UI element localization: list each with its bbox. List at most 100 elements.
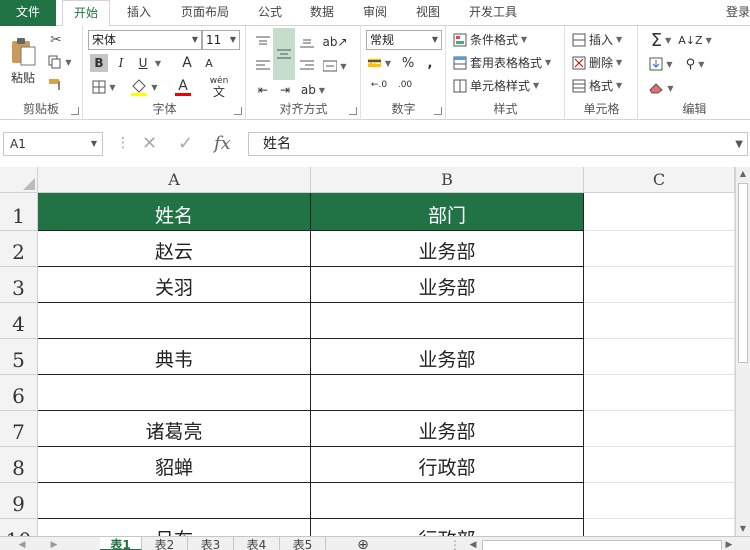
tab-view[interactable]: 视图 (408, 0, 448, 26)
number-format-select[interactable]: 常规 ▼ (366, 30, 442, 50)
bottom-align-button[interactable] (297, 32, 317, 52)
borders-button[interactable]: ▼ (90, 78, 118, 96)
row-header-3[interactable]: 3 (0, 267, 38, 303)
align-right-button[interactable] (297, 56, 317, 76)
font-name-select[interactable]: 宋体 ▼ (88, 30, 202, 50)
font-launcher-icon[interactable] (234, 107, 242, 115)
paste-button[interactable]: 粘贴 (6, 32, 40, 90)
conditional-formatting-button[interactable]: 条件格式 ▼ (453, 31, 527, 48)
row-header-6[interactable]: 6 (0, 375, 38, 411)
scroll-right-icon[interactable]: ▶ (722, 537, 736, 550)
row-header-1[interactable]: 1 (0, 193, 38, 231)
currency-button[interactable]: 💳 ▼ (366, 54, 392, 72)
row-header-9[interactable]: 9 (0, 483, 38, 519)
tab-insert[interactable]: 插入 (118, 0, 160, 26)
horizontal-scroll-thumb[interactable] (482, 540, 722, 550)
insert-cells-button[interactable]: 插入 ▼ (572, 31, 622, 48)
cell-b8[interactable]: 行政部 (311, 447, 584, 483)
decrease-indent-button[interactable]: ⇤ (253, 80, 273, 100)
format-painter-button[interactable] (46, 76, 66, 94)
prev-sheet-icon[interactable]: ◀ (14, 537, 30, 550)
login-link[interactable]: 登录 (726, 0, 750, 26)
cell-c6[interactable] (584, 375, 735, 411)
formula-input[interactable]: 姓名 ▼ (248, 132, 748, 156)
cell-a2[interactable]: 赵云 (38, 231, 311, 267)
tab-review[interactable]: 审阅 (355, 0, 395, 26)
tab-formulas[interactable]: 公式 (250, 0, 290, 26)
row-header-4[interactable]: 4 (0, 303, 38, 339)
scroll-down-icon[interactable]: ▼ (736, 522, 750, 536)
cell-c2[interactable] (584, 231, 735, 267)
select-all-button[interactable] (0, 167, 38, 193)
cell-b9[interactable] (311, 483, 584, 519)
cell-b2[interactable]: 业务部 (311, 231, 584, 267)
column-header-c[interactable]: C (584, 167, 735, 193)
delete-cells-button[interactable]: 删除 ▼ (572, 54, 622, 71)
cell-a8[interactable]: 貂蝉 (38, 447, 311, 483)
format-cells-button[interactable]: 格式 ▼ (572, 77, 622, 94)
top-align-button[interactable] (253, 32, 273, 52)
column-header-b[interactable]: B (311, 167, 584, 193)
bold-button[interactable]: B (90, 54, 108, 72)
cell-a7[interactable]: 诸葛亮 (38, 411, 311, 447)
cell-c3[interactable] (584, 267, 735, 303)
sheet-bar-more-icon[interactable]: ⋮ (448, 537, 462, 550)
sheet-tab-4[interactable]: 表4 (234, 537, 280, 550)
wrap-text-button[interactable]: ab ▼ (299, 80, 327, 100)
merge-center-button[interactable]: ▼ (321, 56, 349, 76)
cell-b10[interactable]: 行政部 (311, 519, 584, 536)
tab-home[interactable]: 开始 (62, 0, 110, 27)
sheet-tab-3[interactable]: 表3 (188, 537, 234, 550)
tab-page-layout[interactable]: 页面布局 (170, 0, 240, 26)
clipboard-launcher-icon[interactable] (71, 107, 79, 115)
fill-button[interactable]: ▼ (645, 54, 677, 74)
cell-b6[interactable] (311, 375, 584, 411)
cell-a1[interactable]: 姓名 (38, 193, 311, 231)
row-header-5[interactable]: 5 (0, 339, 38, 375)
cell-c8[interactable] (584, 447, 735, 483)
row-header-8[interactable]: 8 (0, 447, 38, 483)
more-icon[interactable]: ⋮ (116, 135, 130, 151)
cell-styles-button[interactable]: 单元格样式 ▼ (453, 77, 539, 94)
cell-c7[interactable] (584, 411, 735, 447)
cell-c9[interactable] (584, 483, 735, 519)
italic-button[interactable]: I (112, 54, 130, 72)
cell-a3[interactable]: 关羽 (38, 267, 311, 303)
vertical-scrollbar[interactable]: ▲ ▼ (735, 167, 750, 536)
sheet-tab-2[interactable]: 表2 (142, 537, 188, 550)
sort-filter-button[interactable]: A↓Z ▼ (678, 30, 711, 50)
cell-c10[interactable] (584, 519, 735, 536)
tab-file[interactable]: 文件 (0, 0, 56, 26)
cell-c1[interactable] (584, 193, 735, 231)
decrease-decimal-button[interactable]: .00 (392, 76, 418, 94)
cell-a6[interactable] (38, 375, 311, 411)
cell-b7[interactable]: 业务部 (311, 411, 584, 447)
add-sheet-icon[interactable]: ⊕ (350, 537, 376, 550)
name-box[interactable]: A1 ▼ (3, 132, 103, 156)
column-header-a[interactable]: A (38, 167, 311, 193)
sheet-tab-5[interactable]: 表5 (280, 537, 326, 550)
middle-align-button[interactable] (273, 28, 295, 80)
increase-indent-button[interactable]: ⇥ (275, 80, 295, 100)
cell-b1[interactable]: 部门 (311, 193, 584, 231)
cell-c5[interactable] (584, 339, 735, 375)
fill-color-button[interactable]: ▼ (128, 76, 160, 98)
confirm-icon[interactable]: ✓ (178, 133, 193, 154)
row-header-2[interactable]: 2 (0, 231, 38, 267)
expand-formula-icon[interactable]: ▼ (735, 134, 743, 156)
increase-decimal-button[interactable]: ←.0 (366, 76, 392, 94)
percent-button[interactable]: % (400, 54, 416, 72)
grow-font-button[interactable]: A (178, 54, 196, 72)
scroll-up-icon[interactable]: ▲ (736, 167, 750, 181)
cell-b3[interactable]: 业务部 (311, 267, 584, 303)
insert-function-button[interactable]: fx (214, 133, 231, 154)
number-launcher-icon[interactable] (434, 107, 442, 115)
align-left-button[interactable] (253, 56, 273, 76)
row-header-7[interactable]: 7 (0, 411, 38, 447)
phonetic-button[interactable]: wén 文 (204, 76, 234, 98)
copy-button[interactable]: ▼ (46, 53, 74, 71)
cell-b5[interactable]: 业务部 (311, 339, 584, 375)
row-header-10[interactable]: 10 (0, 519, 38, 536)
vertical-scroll-thumb[interactable] (738, 183, 748, 363)
alignment-launcher-icon[interactable] (349, 107, 357, 115)
